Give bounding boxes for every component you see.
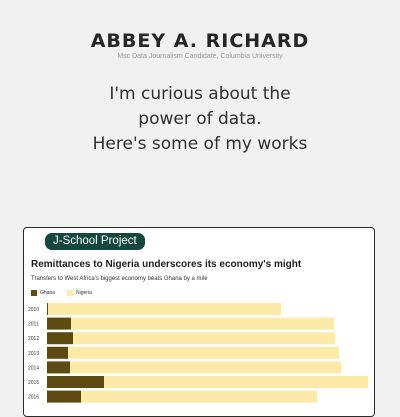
bar-ghana-2015: [47, 376, 104, 388]
bar-nigeria-2010: [48, 303, 281, 315]
year-tick-label: 2011: [28, 322, 39, 328]
bar-ghana-2011: [47, 317, 71, 330]
bar-ghana-2016: [47, 390, 81, 403]
bar-nigeria-2012: [73, 332, 335, 345]
bar-ghana-2014: [47, 361, 70, 374]
remittance-bar-chart: 2010201120122013201420152016: [28, 303, 368, 403]
bar-nigeria-2014: [70, 361, 341, 374]
intro-line-2: power of data.: [138, 109, 262, 129]
bar-nigeria-2011: [71, 317, 334, 330]
bar-nigeria-2016: [81, 390, 317, 403]
bar-ghana-2013: [47, 346, 68, 359]
year-tick-label: 2013: [28, 351, 39, 357]
author-name: ABBEY A. RICHARD: [90, 30, 310, 52]
bar-ghana-2012: [47, 332, 73, 345]
project-card[interactable]: J-School Project Remittances to Nigeria …: [23, 227, 375, 417]
author-subtitle: Msc Data Journalism Candidate, Columbia …: [117, 53, 283, 60]
bar-nigeria-2013: [68, 346, 339, 359]
year-tick-label: 2015: [28, 380, 39, 386]
year-tick-label: 2010: [28, 307, 39, 313]
header: ABBEY A. RICHARD Msc Data Journalism Can…: [0, 30, 400, 60]
intro-text: I'm curious about the power of data. Her…: [0, 82, 400, 157]
year-tick-label: 2012: [28, 336, 39, 342]
bar-ghana-2010: [47, 303, 48, 315]
year-tick-label: 2014: [28, 365, 39, 371]
intro-line-3: Here's some of my works: [92, 134, 308, 154]
bar-nigeria-2015: [104, 376, 368, 388]
intro-line-1: I'm curious about the: [109, 84, 291, 104]
